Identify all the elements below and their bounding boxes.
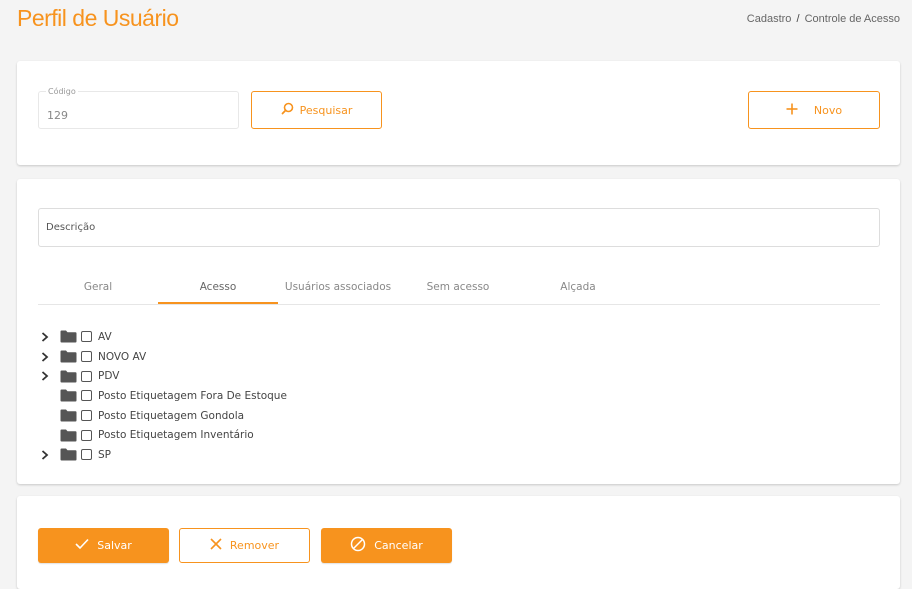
- breadcrumb-separator: /: [796, 13, 800, 25]
- tree-node: Posto Etiquetagem Inventário: [38, 425, 287, 445]
- new-button-label: Novo: [813, 103, 843, 117]
- folder-icon: [60, 350, 77, 363]
- tree-node-label[interactable]: NOVO AV: [98, 351, 146, 363]
- chevron-right-icon[interactable]: [38, 350, 52, 364]
- tree-node-checkbox[interactable]: [81, 390, 92, 402]
- folder-icon: [60, 429, 77, 442]
- tree-node-label[interactable]: SP: [98, 449, 111, 461]
- profile-card: Descrição Geral Acesso Usuários associad…: [17, 179, 900, 484]
- new-button[interactable]: Novo: [748, 91, 880, 129]
- code-field-label: Código: [46, 87, 78, 96]
- folder-icon: [60, 370, 77, 383]
- tree-node: SP: [38, 445, 287, 465]
- tree-node: PDV: [38, 366, 287, 386]
- chevron-right-icon[interactable]: [38, 448, 52, 462]
- tree-node-label[interactable]: Posto Etiquetagem Fora De Estoque: [98, 390, 287, 402]
- tree-node-checkbox[interactable]: [81, 429, 92, 441]
- folder-icon: [60, 389, 77, 402]
- code-field-value[interactable]: 129: [47, 109, 68, 122]
- tab-sem-acesso[interactable]: Sem acesso: [398, 276, 518, 304]
- code-field[interactable]: Código 129: [38, 87, 239, 129]
- actions-card: Salvar Remover Cancelar: [17, 496, 900, 589]
- tab-acesso[interactable]: Acesso: [158, 276, 278, 304]
- tabs: Geral Acesso Usuários associados Sem ace…: [38, 276, 880, 305]
- tree-node: Posto Etiquetagem Fora De Estoque: [38, 386, 287, 406]
- tree-node-label[interactable]: PDV: [98, 370, 119, 382]
- breadcrumb: Cadastro / Controle de Acesso: [747, 13, 900, 25]
- cancel-button-label: Cancelar: [374, 539, 423, 552]
- save-button-label: Salvar: [97, 539, 132, 552]
- page-title: Perfil de Usuário: [17, 5, 179, 31]
- tree-node-checkbox[interactable]: [81, 370, 92, 382]
- tree-node-checkbox[interactable]: [81, 351, 92, 363]
- tree-node-checkbox[interactable]: [81, 410, 92, 422]
- access-tree: AV NOVO AV PDV Posto Etiquetagem Fora De Es…: [38, 327, 287, 465]
- remove-button-label: Remover: [229, 539, 280, 552]
- tree-node: NOVO AV: [38, 347, 287, 367]
- check-icon: [75, 538, 89, 553]
- description-field[interactable]: Descrição: [38, 208, 880, 247]
- close-icon: [210, 538, 222, 553]
- tree-node-label[interactable]: Posto Etiquetagem Inventário: [98, 429, 254, 441]
- search-button-label: Pesquisar: [299, 103, 353, 117]
- tree-node: AV: [38, 327, 287, 347]
- chevron-right-icon[interactable]: [38, 369, 52, 383]
- tree-node: Posto Etiquetagem Gondola: [38, 406, 287, 426]
- plus-icon: [786, 103, 798, 118]
- breadcrumb-parent[interactable]: Cadastro: [747, 13, 792, 25]
- remove-button[interactable]: Remover: [179, 528, 310, 563]
- breadcrumb-current: Controle de Acesso: [804, 13, 900, 25]
- tree-node-label[interactable]: AV: [98, 331, 112, 343]
- chevron-right-icon[interactable]: [38, 330, 52, 344]
- search-icon: [281, 102, 294, 118]
- ban-icon: [350, 536, 366, 555]
- description-field-label: Descrição: [46, 222, 96, 233]
- folder-icon: [60, 409, 77, 422]
- save-button[interactable]: Salvar: [38, 528, 169, 563]
- tab-geral[interactable]: Geral: [38, 276, 158, 304]
- tree-node-checkbox[interactable]: [81, 331, 92, 343]
- cancel-button[interactable]: Cancelar: [321, 528, 452, 563]
- folder-icon: [60, 330, 77, 343]
- tab-usuarios-associados[interactable]: Usuários associados: [278, 276, 398, 304]
- tab-alcada[interactable]: Alçada: [518, 276, 638, 304]
- tree-node-checkbox[interactable]: [81, 449, 92, 461]
- search-card: Código 129 Pesquisar Novo: [17, 61, 900, 165]
- search-button[interactable]: Pesquisar: [251, 91, 382, 129]
- folder-icon: [60, 448, 77, 461]
- tree-node-label[interactable]: Posto Etiquetagem Gondola: [98, 410, 244, 422]
